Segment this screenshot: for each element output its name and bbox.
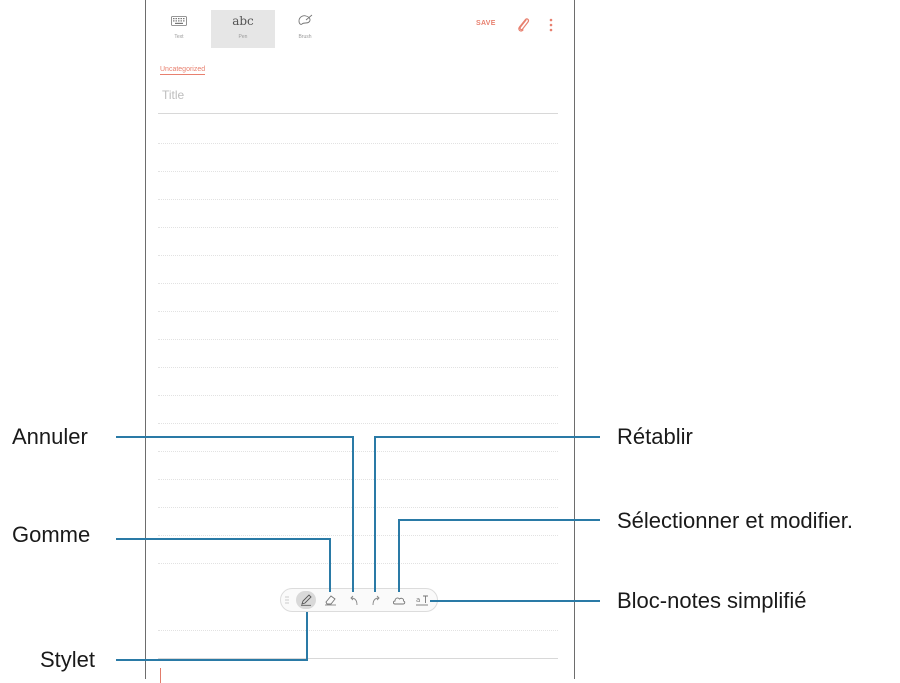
callout-pen-label: Stylet xyxy=(40,647,96,672)
callout-lines xyxy=(116,436,600,661)
callout-select-label: Sélectionner et modifier. xyxy=(617,508,854,533)
callout-undo-label: Annuler xyxy=(12,424,88,449)
callout-eraser-label: Gomme xyxy=(12,522,91,547)
callout-redo-label: Rétablir xyxy=(617,424,693,449)
callout-easy-writing-label: Bloc-notes simplifié xyxy=(617,588,807,613)
